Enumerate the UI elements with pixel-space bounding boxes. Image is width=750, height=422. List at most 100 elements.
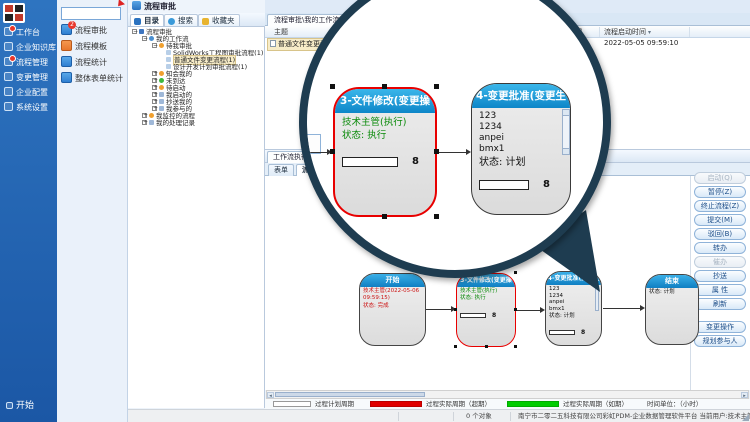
flow-doc-icon (166, 57, 171, 62)
sidebar-item-settings[interactable]: 系统设置 (0, 101, 57, 115)
expand-icon[interactable] (152, 106, 157, 111)
tree-node-started-by-me[interactable]: 我启动的 (128, 92, 265, 99)
tree-node-monitored-flows[interactable]: 我监控的流程 (128, 113, 265, 120)
app-window: 工作台 企业知识库 流程管理 变更管理 企业配置 系统设置 开始 2流程审批 流… (0, 0, 750, 422)
tree-node-notified[interactable]: 知会我的 (128, 71, 265, 78)
scrollbar[interactable] (562, 109, 570, 155)
nav-rail: 工作台 企业知识库 流程管理 变更管理 企业配置 系统设置 开始 (0, 0, 57, 422)
refresh-button[interactable]: 刷新 (694, 298, 746, 310)
start-button[interactable]: 开始 (6, 398, 34, 411)
col-subject[interactable]: 主题 (274, 26, 288, 38)
launcher-process-template[interactable]: 流程模板 (61, 40, 125, 54)
process-stats-icon (61, 56, 72, 67)
tree-node-design-plan-flow[interactable]: 设计开发计划审批流程(1) (128, 64, 265, 71)
selection-handle (454, 308, 457, 311)
object-count: 0 个对象 (466, 410, 492, 422)
collapse-icon[interactable] (132, 29, 137, 34)
tab-catalog[interactable]: 目录 (130, 14, 164, 26)
selection-handle (330, 149, 335, 154)
flow-node-end[interactable]: 结束 状态: 计划 (645, 274, 699, 345)
terminate-flow-button[interactable]: 终止流程(Z) (694, 200, 746, 212)
scroll-down-icon[interactable] (563, 148, 569, 154)
company-info: 南宁市二零二五科技有限公司彩虹PDM-企业数据管理软件平台 当前用户:技术主管 … (518, 410, 750, 422)
node-status: 状态: 完成 (363, 303, 422, 310)
transfer-button[interactable]: 转办 (694, 242, 746, 254)
scrollbar-thumb[interactable] (275, 392, 425, 397)
notification-badge (9, 25, 16, 32)
sidebar-item-config[interactable]: 企业配置 (0, 86, 57, 100)
expand-icon[interactable] (152, 85, 157, 90)
progress-bar (479, 180, 529, 190)
progress-bar (460, 313, 486, 318)
tree-node-root[interactable]: 流程审批 (128, 29, 265, 36)
flow-doc-icon (270, 40, 276, 47)
node-count: 8 (581, 329, 585, 336)
scroll-up-icon[interactable] (563, 110, 569, 116)
partial-node (299, 134, 321, 154)
scroll-right-icon[interactable]: ▸ (741, 392, 748, 398)
pause-button[interactable]: 暂停(Z) (694, 186, 746, 198)
node-assignee: 技术主管(执行) (460, 288, 512, 295)
change-icon (4, 72, 13, 81)
process-icon (4, 57, 13, 66)
sidebar-item-knowledge[interactable]: 企业知识库 (0, 41, 57, 55)
magnified-node-file-modify[interactable]: 3-文件修改(变更操 技术主管(执行) 状态: 执行 8 (333, 87, 437, 217)
legend-swatch-overdue (370, 401, 422, 407)
sidebar-item-change[interactable]: 变更管理 (0, 71, 57, 85)
tree-node-to-start[interactable]: 待启动 (128, 85, 265, 92)
tab-form[interactable]: 表单 (268, 164, 294, 176)
progress-bar (549, 330, 575, 335)
reject-button[interactable]: 驳回(B) (694, 228, 746, 240)
list-icon (159, 92, 164, 97)
expand-icon[interactable] (152, 99, 157, 104)
plan-participants-button[interactable]: 规划参与人 (694, 335, 746, 347)
node-status: 状态: 执行 (460, 295, 512, 302)
submit-button[interactable]: 提交(M) (694, 214, 746, 226)
tree-node-not-arrived[interactable]: 未到达 (128, 78, 265, 85)
node-assignee: 技术主管(2022-05-06 (363, 288, 422, 295)
tab-favorites[interactable]: 收藏夹 (198, 14, 240, 26)
collapse-icon[interactable] (142, 36, 147, 41)
node-count: 8 (412, 156, 419, 167)
expand-icon[interactable] (142, 113, 147, 118)
launcher-form-stats[interactable]: 整体表单统计 (61, 72, 125, 86)
launcher-process-approval[interactable]: 2流程审批 (61, 24, 125, 38)
node-status: 状态: 计划 (549, 313, 598, 320)
launcher-process-stats[interactable]: 流程统计 (61, 56, 125, 70)
selection-handle (382, 84, 387, 89)
properties-button[interactable]: 属 性 (694, 284, 746, 296)
magnified-node-change-approve[interactable]: 4-变更批准(变更生 123 1234 anpei bmx1 状态: 计划 8 (471, 83, 571, 215)
flow-node-file-modify[interactable]: 3-文件修改(变更操 技术主管(执行) 状态: 执行 8 (456, 273, 516, 347)
expand-icon[interactable] (152, 92, 157, 97)
sidebar-item-process[interactable]: 流程管理 (0, 56, 57, 70)
progress-bar (342, 157, 398, 167)
start-icon (6, 402, 13, 409)
expand-icon[interactable] (152, 78, 157, 83)
cc-button[interactable]: 抄送 (694, 270, 746, 282)
selection-handle (330, 84, 335, 89)
record-icon (149, 120, 154, 125)
change-operation-button[interactable]: 变更操作 (694, 321, 746, 333)
search-input[interactable] (61, 7, 121, 20)
urge-button: 催办 (694, 256, 746, 268)
collapse-icon[interactable] (152, 43, 157, 48)
expand-icon[interactable] (142, 120, 147, 125)
tree-node-my-records[interactable]: 我的处理记录 (128, 120, 265, 127)
expand-icon[interactable] (152, 71, 157, 76)
scroll-left-icon[interactable]: ◂ (267, 392, 274, 398)
horizontal-scrollbar[interactable]: ◂ ▸ (266, 390, 749, 399)
node-status: 状态: 执行 (342, 129, 428, 142)
tab-search[interactable]: 搜索 (164, 14, 198, 26)
tree-panel: 流程审批 目录 搜索 收藏夹 流程审批 我的工作流 待我审批 SolidWork… (128, 0, 265, 408)
selection-handle (434, 149, 439, 154)
tree-node-participated[interactable]: 我参与的 (128, 106, 265, 113)
tree-node-my-workflows[interactable]: 我的工作流 (128, 36, 265, 43)
flow-node-start[interactable]: 开始 技术主管(2022-05-06 09:59:15) 状态: 完成 (359, 273, 426, 346)
tree-node-cc-to-me[interactable]: 抄送我的 (128, 99, 265, 106)
flow-doc-icon (166, 50, 171, 55)
selection-handle (330, 214, 335, 219)
sidebar-item-workbench[interactable]: 工作台 (0, 26, 57, 40)
row-launch-time: 2022-05-05 09:59:10 (604, 38, 678, 49)
resize-grip-icon[interactable] (742, 414, 749, 421)
flow-connector (438, 152, 469, 153)
